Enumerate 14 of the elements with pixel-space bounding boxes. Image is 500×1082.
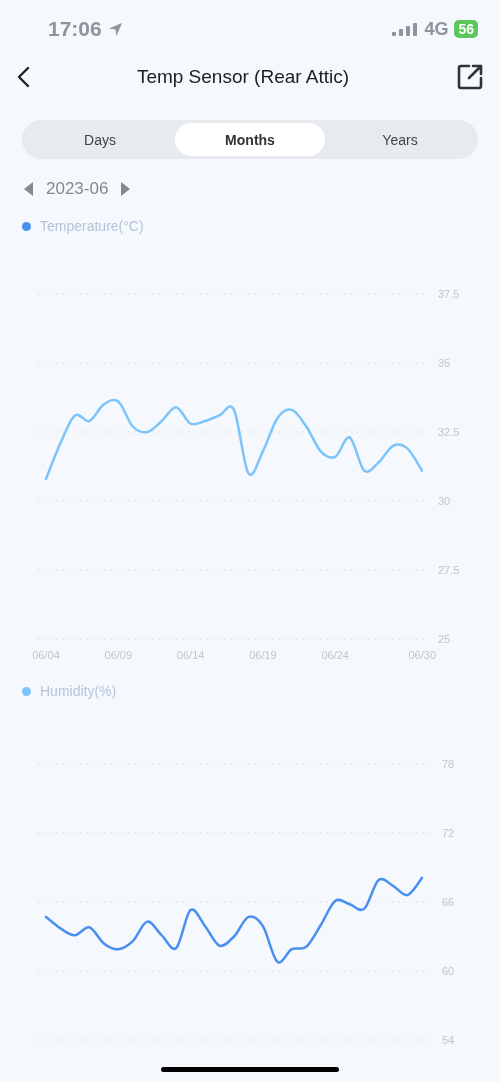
network-label: 4G (424, 18, 449, 40)
location-arrow-icon (107, 21, 123, 37)
signal-icon (392, 22, 419, 36)
period-tab[interactable]: Days (25, 123, 175, 156)
period-label: 2023-06 (46, 179, 109, 199)
period-tab[interactable]: Months (175, 123, 325, 156)
status-time: 17:06 (48, 17, 102, 41)
legend-label: Humidity(%) (40, 683, 117, 699)
previous-triangle-icon[interactable] (24, 182, 34, 196)
period-tab[interactable]: Years (325, 123, 475, 156)
battery-indicator: 56 (454, 20, 478, 38)
screen-title: Temp Sensor (Rear Attic) (136, 66, 350, 88)
legend-label: Temperature(°C) (40, 218, 144, 234)
next-triangle-icon[interactable] (120, 182, 131, 196)
